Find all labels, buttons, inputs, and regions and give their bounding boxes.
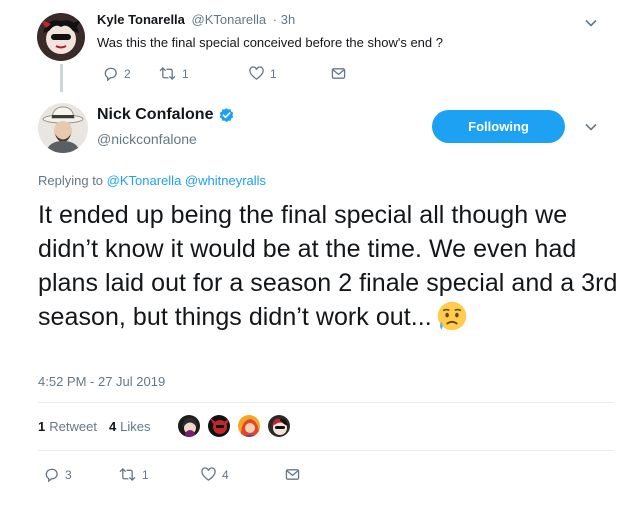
reply-button[interactable]: 3 <box>44 467 119 482</box>
liker-avatar[interactable] <box>237 414 261 438</box>
divider <box>38 450 614 451</box>
heart-icon <box>201 467 216 481</box>
tweet-stats: 1 Retweet 4 Likes <box>38 414 163 438</box>
like-label: Likes <box>120 418 151 434</box>
thread-line <box>60 64 63 92</box>
tweet-text: It ended up being the final special all … <box>38 201 618 331</box>
retweet-button[interactable]: 1 <box>159 66 249 81</box>
envelope-icon <box>285 469 300 480</box>
replying-to: Replying to @KTonarella @whitneyralls <box>38 173 266 188</box>
liker-avatar[interactable] <box>207 414 231 438</box>
heart-icon <box>249 66 264 80</box>
author-name[interactable]: Kyle Tonarella <box>97 12 185 27</box>
direct-message-button[interactable] <box>285 467 300 482</box>
mention-link[interactable]: @whitneyralls <box>185 173 266 188</box>
mention-link[interactable]: @KTonarella <box>107 173 182 188</box>
author-name[interactable]: Nick Confalone <box>97 106 235 124</box>
retweets-stat[interactable]: 1 Retweet <box>38 419 97 434</box>
replying-prefix: Replying to <box>38 173 104 188</box>
retweet-count: 1 <box>182 66 189 81</box>
retweet-total: 1 <box>38 418 46 434</box>
harley-quinn-avatar-icon <box>37 13 85 61</box>
cowboy-hat-avatar-icon <box>38 103 88 153</box>
divider <box>38 402 614 403</box>
chevron-down-icon[interactable] <box>584 120 598 134</box>
like-total: 4 <box>108 418 117 434</box>
sad-but-relieved-face-icon <box>437 301 466 331</box>
tweet-text: Was this the final special conceived bef… <box>97 35 443 50</box>
avatar[interactable] <box>37 13 85 61</box>
retweet-label: Retweet <box>49 418 97 434</box>
reply-count: 2 <box>124 66 131 81</box>
verified-badge-icon <box>220 107 234 122</box>
author-handle[interactable]: @nickconfalone <box>97 131 197 147</box>
avatar[interactable] <box>38 103 88 153</box>
reply-count: 3 <box>65 467 72 482</box>
parent-tweet[interactable]: Kyle Tonarella @KTonarella · 3h Was this… <box>0 0 638 92</box>
following-button[interactable]: Following <box>432 110 565 143</box>
reply-icon <box>104 67 117 81</box>
liker-avatar[interactable] <box>267 414 291 438</box>
like-button[interactable]: 1 <box>249 66 331 81</box>
tweet-actions: 3 1 4 <box>44 467 300 482</box>
parent-tweet-actions: 2 1 1 <box>103 66 346 81</box>
author-name-text: Nick Confalone <box>97 106 214 123</box>
liker-avatar[interactable] <box>177 414 201 438</box>
retweet-count: 1 <box>142 467 149 482</box>
retweet-button[interactable]: 1 <box>119 467 201 482</box>
tweet-body: It ended up being the final special all … <box>38 198 618 334</box>
like-count: 4 <box>222 467 229 482</box>
like-count: 1 <box>270 66 277 81</box>
parent-tweet-header: Kyle Tonarella @KTonarella · 3h <box>97 12 295 27</box>
direct-message-button[interactable] <box>331 66 346 81</box>
liker-avatars <box>177 414 297 438</box>
likes-stat[interactable]: 4 Likes <box>109 419 151 434</box>
tweet-time[interactable]: · 3h <box>273 12 295 27</box>
tweet-timestamp[interactable]: 4:52 PM - 27 Jul 2019 <box>38 374 165 389</box>
chevron-down-icon[interactable] <box>584 16 598 30</box>
like-button[interactable]: 4 <box>201 467 285 482</box>
retweet-icon <box>159 66 176 81</box>
reply-icon <box>45 468 58 482</box>
envelope-icon <box>331 68 346 79</box>
retweet-icon <box>119 467 136 482</box>
author-handle[interactable]: @KTonarella <box>192 12 267 27</box>
reply-button[interactable]: 2 <box>103 66 159 81</box>
